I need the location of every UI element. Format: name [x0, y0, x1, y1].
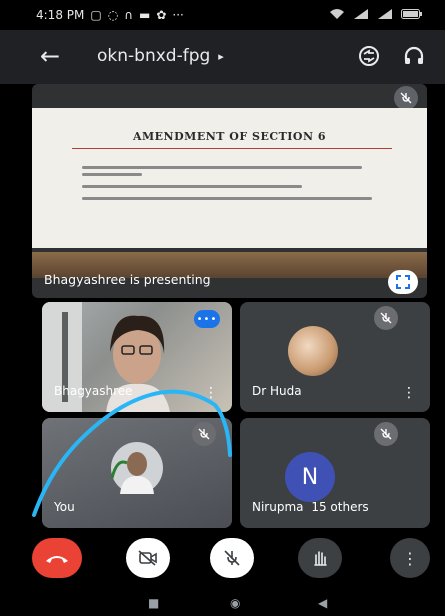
presentation-tile[interactable]: AMENDMENT OF SECTION 6 Bhagyashree is pr…: [32, 84, 427, 298]
fullscreen-button[interactable]: [388, 270, 418, 294]
shared-slide: AMENDMENT OF SECTION 6: [32, 108, 427, 278]
slide-title: AMENDMENT OF SECTION 6: [132, 130, 327, 143]
end-call-button[interactable]: [32, 538, 82, 578]
meeting-top-bar: ← okn-bnxd-fpg ▸: [0, 30, 445, 84]
mic-off-icon: [374, 306, 398, 330]
signal-icon: [353, 8, 369, 23]
more-vert-icon: ⋮: [402, 548, 418, 568]
mic-toggle-button[interactable]: [210, 538, 254, 578]
more-vert-icon[interactable]: ⋮: [204, 386, 218, 400]
status-overflow: ···: [172, 8, 184, 22]
participant-name: Dr Huda: [252, 384, 302, 398]
presenter-label: Bhagyashree is presenting: [44, 272, 211, 287]
gallery-icon: ▢: [90, 8, 102, 22]
end-call-icon: [46, 556, 68, 563]
participant-tile-others[interactable]: N Nirupma 15 others: [240, 418, 430, 528]
mic-off-icon: [192, 422, 216, 446]
recents-icon[interactable]: ■: [148, 596, 159, 610]
call-controls: ⋮: [0, 538, 445, 590]
speaking-indicator: •••: [194, 310, 220, 328]
meeting-code-button[interactable]: okn-bnxd-fpg ▸: [97, 46, 224, 66]
switch-camera-icon[interactable]: [355, 42, 383, 70]
headset-icon: ∩: [124, 8, 133, 22]
settings-icon: ✿: [156, 8, 167, 22]
participant-name: Bhagyashree: [54, 384, 133, 398]
message-icon: ▬: [138, 8, 151, 22]
participant-tile-dr-huda[interactable]: Dr Huda ⋮: [240, 302, 430, 412]
battery-icon: [401, 8, 423, 23]
raise-hand-button[interactable]: [298, 538, 342, 578]
slide-text-line: [82, 185, 302, 188]
participant-name: Nirupma 15 others: [252, 500, 369, 514]
back-nav-icon[interactable]: ◀: [318, 596, 327, 610]
avatar: N: [285, 452, 335, 502]
others-count: 15 others: [311, 500, 369, 514]
participant-name-nirupma: Nirupma: [252, 500, 304, 514]
participant-tile-bhagyashree[interactable]: ••• Bhagyashree ⋮: [42, 302, 232, 412]
status-bar: 4:18 PM ▢ ◌ ∩ ▬ ✿ ···: [0, 0, 445, 30]
chevron-right-icon: ▸: [218, 49, 224, 63]
raise-hand-icon: [314, 551, 327, 566]
slide-divider: [72, 148, 392, 149]
mic-off-icon: [224, 550, 240, 566]
slide-text-line: [82, 173, 142, 176]
home-icon[interactable]: ◉: [230, 596, 240, 610]
headphones-icon[interactable]: [400, 42, 428, 70]
wifi-icon: [329, 8, 345, 23]
arrow-left-icon[interactable]: ←: [40, 44, 60, 68]
data-saver-icon: ◌: [107, 8, 119, 22]
signal-icon: [377, 8, 393, 23]
more-vert-icon[interactable]: ⋮: [402, 386, 416, 400]
fullscreen-icon: [396, 275, 410, 289]
mic-off-icon: [374, 422, 398, 446]
slide-text-line: [82, 197, 372, 200]
meeting-code: okn-bnxd-fpg: [97, 46, 211, 66]
participant-name: You: [54, 500, 75, 514]
navigation-bar: ■ ◉ ◀: [0, 590, 445, 616]
slide-text-line: [82, 166, 362, 169]
participant-tile-you[interactable]: You: [42, 418, 232, 528]
camera-off-icon: [138, 550, 157, 566]
camera-toggle-button[interactable]: [126, 538, 170, 578]
avatar: [288, 326, 338, 376]
status-time: 4:18 PM: [36, 8, 85, 22]
mic-off-icon: [394, 86, 418, 110]
more-options-button[interactable]: ⋮: [390, 538, 430, 578]
